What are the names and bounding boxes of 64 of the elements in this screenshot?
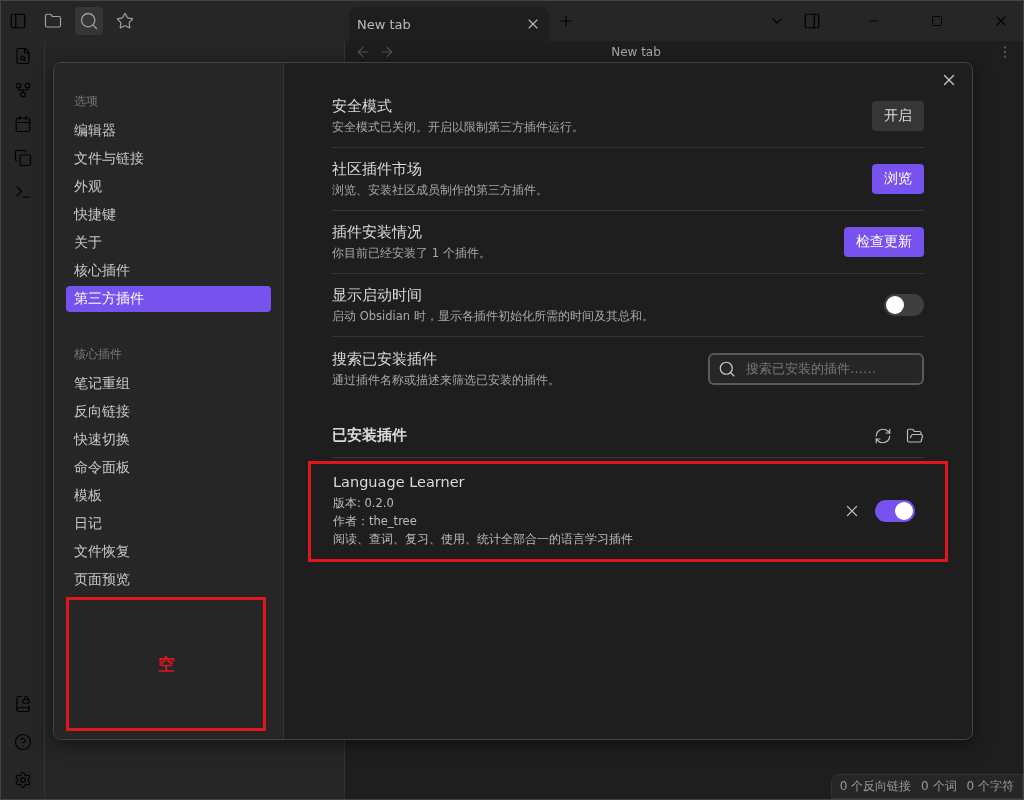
setting-description: 通过插件名称或描述来筛选已安装的插件。 <box>332 372 560 388</box>
graph-icon[interactable] <box>13 81 32 99</box>
nav-item[interactable]: 模板 <box>66 483 271 509</box>
annotation-label: 空 <box>157 652 175 676</box>
star-icon[interactable] <box>116 12 134 30</box>
sidebar-right-icon[interactable] <box>803 12 821 30</box>
nav-item[interactable]: 反向链接 <box>66 399 271 425</box>
vault-icon[interactable] <box>13 695 32 713</box>
nav-item[interactable]: 文件与链接 <box>66 146 271 172</box>
nav-item[interactable]: 快速切换 <box>66 427 271 453</box>
plugin-author: 作者：the_tree <box>333 514 418 529</box>
search-icon <box>718 359 736 378</box>
sidebar-toggle-icon[interactable] <box>9 12 27 30</box>
setting-description: 启动 Obsidian 时，显示各插件初始化所需的时间及其总和。 <box>332 309 654 324</box>
nav-item[interactable]: 文件恢复 <box>66 539 271 565</box>
nav-item[interactable]: 编辑器 <box>66 118 271 144</box>
nav-item[interactable]: 第三方插件 <box>66 286 271 312</box>
folder-icon[interactable] <box>44 12 62 30</box>
setting-title: 搜索已安装插件 <box>332 349 438 369</box>
nav-item[interactable]: 外观 <box>66 174 271 200</box>
setting-title: 社区插件市场 <box>332 160 423 179</box>
setting-description: 你目前已经安装了 1 个插件。 <box>332 246 491 261</box>
back-icon[interactable] <box>355 44 371 60</box>
plugin-version: 版本: 0.2.0 <box>333 496 395 511</box>
tab[interactable]: New tab <box>349 7 549 41</box>
forward-icon[interactable] <box>379 44 395 60</box>
nav-item[interactable]: 页面预览 <box>66 567 271 593</box>
nav-heading: 选项 <box>73 93 99 110</box>
copy-icon[interactable] <box>13 149 32 167</box>
nav-item[interactable]: 快捷键 <box>66 202 271 228</box>
status-text: 0 个反向链接 <box>839 778 912 795</box>
plugin-description: 阅读、查词、复习、使用、统计全部合一的语言学习插件 <box>333 532 633 547</box>
settings-icon[interactable] <box>13 771 32 789</box>
setting-title: 插件安装情况 <box>332 223 423 242</box>
nav-item[interactable]: 日记 <box>66 511 271 537</box>
section-heading: 已安装插件 <box>332 426 407 445</box>
search-field[interactable]: 搜索已安装的插件…… <box>708 352 924 385</box>
setting-button[interactable]: 浏览 <box>872 164 924 194</box>
nav-item[interactable]: 核心插件 <box>66 258 271 284</box>
plus-icon[interactable] <box>557 12 575 30</box>
terminal-icon[interactable] <box>13 183 32 201</box>
view-title: New tab <box>610 45 662 59</box>
refresh-icon[interactable] <box>874 426 892 445</box>
setting-title: 安全模式 <box>332 97 393 116</box>
setting-description: 安全模式已关闭。开启以限制第三方插件运行。 <box>332 120 584 135</box>
maximize-icon[interactable] <box>931 15 943 27</box>
help-icon[interactable] <box>13 733 32 751</box>
toggle-switch[interactable] <box>875 499 915 522</box>
status-text: 0 个字符 <box>966 778 1014 795</box>
nav-item[interactable]: 关于 <box>66 230 271 256</box>
calendar-icon[interactable] <box>13 115 32 133</box>
folder-icon[interactable] <box>906 426 924 445</box>
setting-button[interactable]: 检查更新 <box>844 227 924 257</box>
plugin-name: Language Learner <box>333 474 466 490</box>
setting-button[interactable]: 开启 <box>872 101 924 131</box>
status-text: 0 个词 <box>921 778 957 795</box>
toggle-switch[interactable] <box>884 294 924 316</box>
nav-item[interactable]: 命令面板 <box>66 455 271 481</box>
nav-item[interactable]: 笔记重组 <box>66 371 271 397</box>
search-icon[interactable] <box>79 11 99 31</box>
setting-title: 显示启动时间 <box>332 286 423 305</box>
setting-description: 浏览、安装社区成员制作的第三方插件。 <box>332 183 548 198</box>
file-search-icon[interactable] <box>13 47 32 65</box>
nav-heading: 核心插件 <box>73 346 123 363</box>
